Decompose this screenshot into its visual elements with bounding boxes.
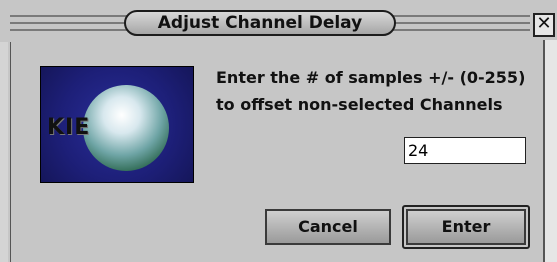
window-title: Adjust Channel Delay	[124, 10, 396, 36]
window-left-border-line	[10, 42, 11, 262]
prompt-line-2: to offset non-selected Channels	[216, 95, 503, 114]
window-right-border	[545, 40, 557, 262]
cancel-button[interactable]: Cancel	[265, 209, 391, 245]
window-left-border	[0, 42, 8, 262]
close-icon[interactable]: ✕	[533, 13, 555, 37]
enter-button[interactable]: Enter	[406, 209, 526, 245]
sample-offset-input[interactable]	[404, 137, 526, 164]
prompt-text: Enter the # of samples +/- (0-255) to of…	[216, 64, 546, 118]
title-bar[interactable]: Adjust Channel Delay ✕	[0, 0, 557, 42]
logo-text: KIE	[47, 115, 91, 140]
adjust-channel-delay-dialog: Adjust Channel Delay ✕ KIE Enter the # o…	[0, 0, 557, 262]
prompt-line-1: Enter the # of samples +/- (0-255)	[216, 68, 526, 87]
kie-logo-icon: KIE	[40, 66, 194, 183]
